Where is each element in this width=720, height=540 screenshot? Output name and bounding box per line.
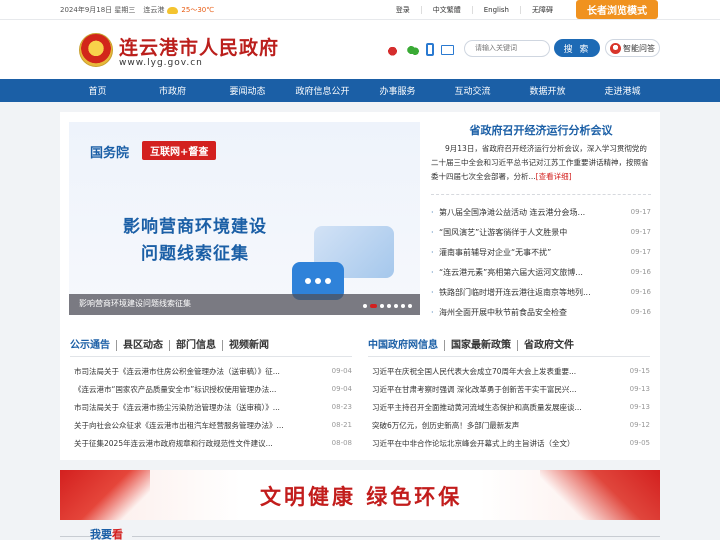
- section-title-i-want-to: 我要看: [90, 526, 123, 540]
- banner-headline-2: 问题线索征集: [141, 244, 249, 264]
- banner-tag: 互联网+督查: [142, 141, 217, 160]
- list-item[interactable]: · 第八届全国净滩公益活动 连云港分会场... 09-17: [431, 202, 651, 222]
- weather-city: 连云港: [143, 6, 165, 14]
- carousel-dot[interactable]: [394, 304, 398, 308]
- list-item[interactable]: · 铁路部门临时增开连云港往返南京等地列... 09-16: [431, 282, 651, 302]
- news-list: · 第八届全国净滩公益活动 连云港分会场... 09-17 · “国风演艺”让游客徜徉…: [431, 202, 651, 322]
- nav-news[interactable]: 要闻动态: [210, 79, 285, 102]
- carousel-dots: [363, 304, 412, 308]
- carousel-banner[interactable]: 国务院 互联网+督查 影响营商环境建设 问题线索征集 影响营商环境建设问题线索征…: [69, 122, 420, 315]
- traditional-chinese-link[interactable]: 中文繁體: [422, 6, 473, 14]
- red-flag-decoration: [60, 470, 150, 520]
- nav-about-city[interactable]: 走进港城: [585, 79, 660, 102]
- tab-national-policy[interactable]: 国家最新政策: [445, 340, 518, 351]
- tab-provincial-docs[interactable]: 省政府文件: [518, 340, 580, 351]
- nav-open-data[interactable]: 数据开放: [510, 79, 585, 102]
- carousel-dot[interactable]: [387, 304, 391, 308]
- ai-assistant-button[interactable]: 智能问答: [605, 39, 660, 57]
- mail-icon[interactable]: [441, 44, 454, 55]
- tab-department-info[interactable]: 部门信息: [170, 340, 223, 351]
- list-item[interactable]: 市司法局关于《连云港市扬尘污染防治管理办法（送审稿）》... 08-23: [74, 398, 352, 416]
- list-item[interactable]: 市司法局关于《连云港市住房公积金管理办法（送审稿）》征... 09-04: [74, 362, 352, 380]
- site-header: ★ 连云港市人民政府 www.lyg.gov.cn 搜 索 智能问答: [0, 20, 720, 79]
- tabs-right: 中国政府网信息 国家最新政策 省政府文件: [368, 340, 580, 351]
- banner-headline-1: 影响营商环境建设: [123, 217, 267, 237]
- search-button[interactable]: 搜 索: [554, 39, 600, 57]
- carousel-dot[interactable]: [363, 304, 367, 308]
- carousel-dot[interactable]: [380, 304, 384, 308]
- list-item[interactable]: · “国风演艺”让游客徜徉于人文胜景中 09-17: [431, 222, 651, 242]
- carousel-dot-active[interactable]: [370, 304, 377, 308]
- section-line: [60, 536, 90, 537]
- banner-caption[interactable]: 影响营商环境建设问题线索征集: [79, 298, 191, 309]
- top-links: 登录 中文繁體 English 无障碍: [385, 0, 564, 20]
- banner-org: 国务院: [90, 146, 130, 161]
- english-link[interactable]: English: [473, 6, 521, 14]
- gov-info-list: 习近平在庆祝全国人民代表大会成立70周年大会上发表重要... 09-15 习近平在…: [372, 362, 650, 452]
- site-title[interactable]: 连云港市人民政府: [119, 33, 279, 60]
- section-line: [132, 536, 660, 537]
- list-item[interactable]: 关于征集2025年连云港市政府规章和行政规范性文件建议... 08-08: [74, 434, 352, 452]
- announcement-list: 市司法局关于《连云港市住房公积金管理办法（送审稿）》征... 09-04 《连云港…: [74, 362, 352, 452]
- civilization-slogan: 文明健康 绿色环保: [260, 484, 463, 509]
- weibo-icon[interactable]: [386, 43, 399, 56]
- accessibility-link[interactable]: 无障碍: [521, 6, 564, 14]
- partly-cloudy-icon: [167, 6, 179, 14]
- tab-divider-left: [70, 356, 352, 357]
- tabs-left: 公示通告 县区动态 部门信息 视频新闻: [70, 340, 275, 351]
- list-item[interactable]: 习近平主持召开全面推动黄河流域生态保护和高质量发展座谈... 09-13: [372, 398, 650, 416]
- top-bar: 2024年9月18日 星期三 连云港 25～30℃ 登录 中文繁體 Englis…: [0, 0, 720, 20]
- headline-title[interactable]: 省政府召开经济运行分析会议: [431, 122, 651, 138]
- list-item[interactable]: · “连云港元素”亮相第六届大运河文旅博... 09-16: [431, 262, 651, 282]
- carousel-dot[interactable]: [401, 304, 405, 308]
- carousel-dot[interactable]: [408, 304, 412, 308]
- nav-services[interactable]: 办事服务: [360, 79, 435, 102]
- tab-gov-cn-info[interactable]: 中国政府网信息: [368, 340, 445, 351]
- headline-divider: [431, 194, 651, 195]
- tab-announcements[interactable]: 公示通告: [70, 340, 117, 351]
- list-item[interactable]: 关于向社会公众征求《连云港市出租汽车经营服务管理办法》... 08-21: [74, 416, 352, 434]
- headline-summary: 9月13日，省政府召开经济运行分析会议，深入学习贯彻党的二十届三中全会和习近平总…: [431, 142, 650, 184]
- national-emblem-icon: ★: [79, 33, 113, 67]
- nav-info-disclosure[interactable]: 政府信息公开: [285, 79, 360, 102]
- list-item[interactable]: 习近平在中非合作论坛北京峰会开幕式上的主旨讲话（全文） 09-05: [372, 434, 650, 452]
- main-nav: 首页 市政府 要闻动态 政府信息公开 办事服务 互动交流 数据开放 走进港城: [0, 79, 720, 102]
- login-link[interactable]: 登录: [385, 6, 422, 14]
- mobile-icon[interactable]: [426, 43, 434, 56]
- list-item[interactable]: 习近平在庆祝全国人民代表大会成立70周年大会上发表重要... 09-15: [372, 362, 650, 380]
- search-input[interactable]: [464, 40, 550, 57]
- ai-assistant-label: 智能问答: [623, 43, 655, 53]
- red-flag-decoration: [540, 470, 660, 520]
- tab-video-news[interactable]: 视频新闻: [223, 340, 275, 351]
- list-item[interactable]: 突破6万亿元，创历史新高！多部门最新发声 09-12: [372, 416, 650, 434]
- nav-home[interactable]: 首页: [60, 79, 135, 102]
- current-date: 2024年9月18日 星期三: [60, 6, 136, 14]
- weather-widget: 连云港 25～30℃: [143, 5, 214, 15]
- list-item[interactable]: 习近平在甘肃考察时强调 深化改革勇于创新苦干实干富民兴... 09-13: [372, 380, 650, 398]
- wechat-icon[interactable]: [406, 43, 419, 56]
- main-content: 国务院 互联网+督查 影响营商环境建设 问题线索征集 影响营商环境建设问题线索征…: [60, 112, 660, 460]
- list-item[interactable]: 《连云港市“国家农产品质量安全市”标识授权使用管理办法... 09-04: [74, 380, 352, 398]
- social-links: [386, 43, 454, 56]
- nav-interaction[interactable]: 互动交流: [435, 79, 510, 102]
- nav-city-government[interactable]: 市政府: [135, 79, 210, 102]
- section-title-highlight: 看: [112, 528, 123, 540]
- tab-county-news[interactable]: 县区动态: [117, 340, 170, 351]
- site-url: www.lyg.gov.cn: [119, 58, 203, 68]
- tab-divider-right: [368, 356, 650, 357]
- weather-temp: 25～30℃: [181, 6, 215, 14]
- list-item[interactable]: · 灌南事前辅导对企业“无事不扰” 09-17: [431, 242, 651, 262]
- section-title-part: 我要: [90, 528, 112, 540]
- civilization-banner[interactable]: 文明健康 绿色环保: [60, 470, 660, 520]
- list-item[interactable]: · 海州全面开展中秋节前食品安全检查 09-16: [431, 302, 651, 322]
- elder-mode-button[interactable]: 长者浏览模式: [576, 0, 658, 19]
- headline-more-link[interactable]: [查看详细]: [536, 172, 572, 181]
- robot-icon: [610, 42, 621, 54]
